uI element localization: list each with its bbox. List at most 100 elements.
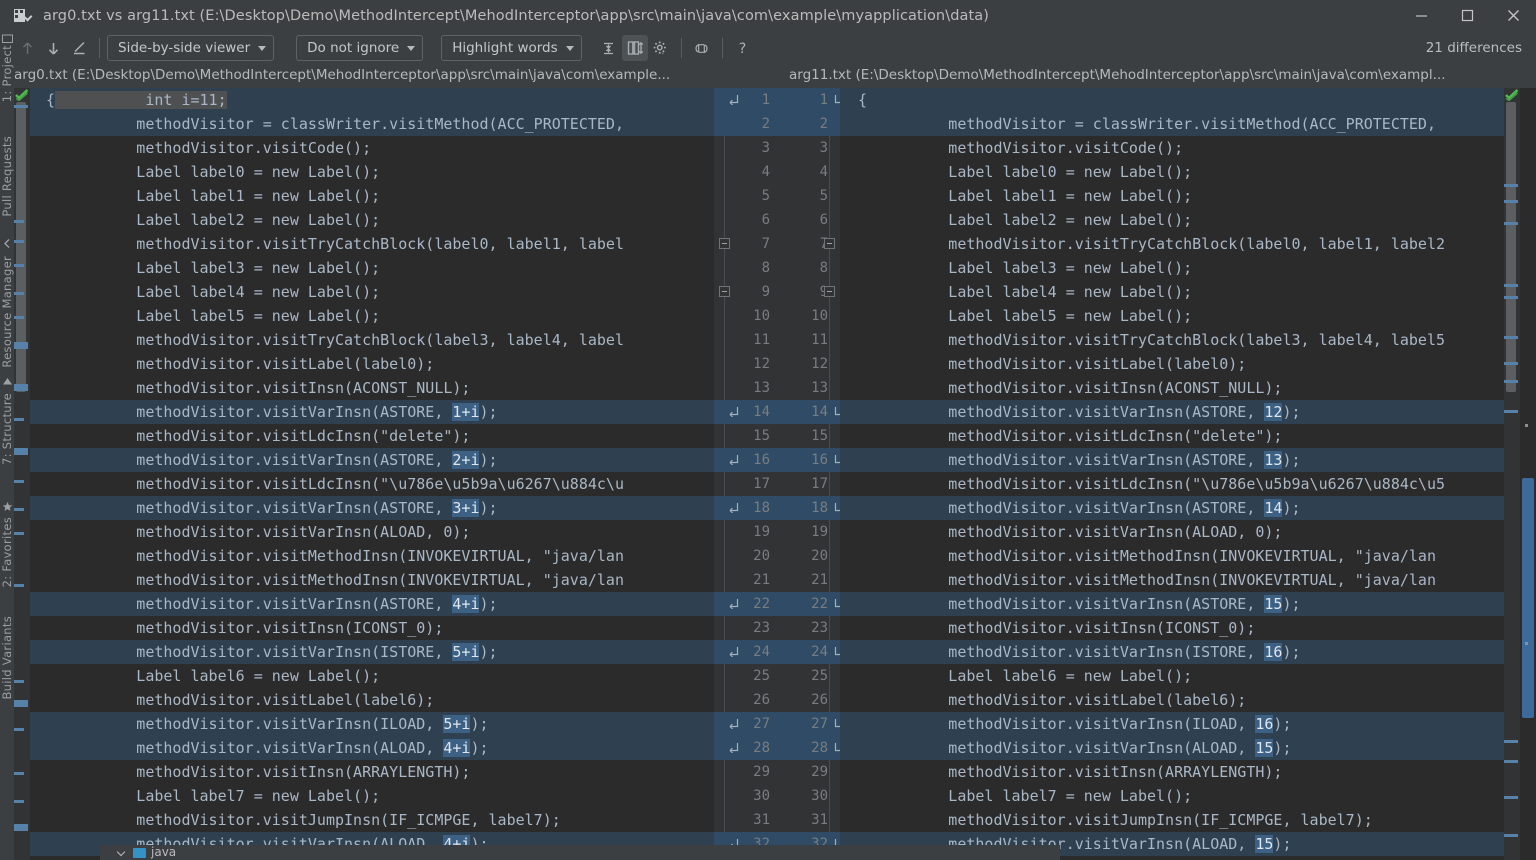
right-code-line[interactable]: methodVisitor.visitInsn(ICONST_0); <box>840 616 1504 640</box>
chevron-down-icon <box>258 45 267 51</box>
right-code-line[interactable]: Label label6 = new Label(); <box>840 664 1504 688</box>
right-scrollbar-thumb[interactable] <box>1506 102 1516 392</box>
align-changes-icon[interactable] <box>621 35 648 61</box>
editor-vertical-scrollbar[interactable] <box>1520 88 1536 860</box>
scrollbar-thumb[interactable] <box>1522 478 1534 718</box>
sidebar-item-favorites[interactable]: 2: Favorites <box>0 517 14 587</box>
window-title: arg0.txt vs arg11.txt (E:\Desktop\Demo\M… <box>43 7 990 24</box>
right-error-stripe[interactable] <box>1504 88 1520 860</box>
right-code-line[interactable]: methodVisitor.visitLabel(label0); <box>840 352 1504 376</box>
left-code-line[interactable]: methodVisitor.visitLabel(label6); <box>30 688 714 712</box>
fold-marker[interactable] <box>719 238 730 249</box>
left-code-line[interactable]: methodVisitor.visitInsn(ICONST_0); <box>30 616 714 640</box>
left-code-line[interactable]: Label label3 = new Label(); <box>30 256 714 280</box>
left-code-line[interactable]: methodVisitor.visitTryCatchBlock(label0,… <box>30 232 714 256</box>
left-code-line[interactable]: methodVisitor.visitTryCatchBlock(label3,… <box>30 328 714 352</box>
viewer-mode-dropdown[interactable]: Side-by-side viewer <box>107 35 275 61</box>
right-code-line[interactable]: Label label4 = new Label(); <box>840 280 1504 304</box>
right-code-line[interactable]: methodVisitor.visitLdcInsn("\u786e\u5b9a… <box>840 472 1504 496</box>
previous-difference-icon[interactable] <box>14 35 40 61</box>
help-icon[interactable]: ? <box>730 35 756 61</box>
right-code-line[interactable]: methodVisitor.visitVarInsn(ALOAD, 0); <box>840 520 1504 544</box>
left-code-line[interactable]: methodVisitor.visitInsn(ARRAYLENGTH); <box>30 760 714 784</box>
right-code-line[interactable]: methodVisitor.visitVarInsn(ASTORE, 15); <box>840 592 1504 616</box>
right-code-pane[interactable]: { methodVisitor = classWriter.visitMetho… <box>840 88 1504 860</box>
right-code-line[interactable]: { <box>840 88 1504 112</box>
right-code-line[interactable]: methodVisitor.visitInsn(ACONST_NULL); <box>840 376 1504 400</box>
fold-marker[interactable] <box>824 238 835 249</box>
maximize-icon[interactable] <box>1444 0 1490 31</box>
left-code-line[interactable]: methodVisitor.visitVarInsn(ASTORE, 3+i); <box>30 496 714 520</box>
right-code-line[interactable]: methodVisitor.visitVarInsn(ASTORE, 14); <box>840 496 1504 520</box>
left-code-line[interactable]: methodVisitor.visitLdcInsn("delete"); <box>30 424 714 448</box>
collapse-unchanged-icon[interactable] <box>596 35 622 61</box>
sidebar-item-build-variants[interactable]: Build Variants <box>0 616 14 700</box>
left-code-line[interactable]: { int i=11; <box>30 88 714 112</box>
project-tree-peek[interactable]: java <box>100 845 1060 860</box>
left-code-line[interactable]: methodVisitor.visitLdcInsn("\u786e\u5b9a… <box>30 472 714 496</box>
right-code-line[interactable]: methodVisitor.visitCode(); <box>840 136 1504 160</box>
fold-marker[interactable] <box>824 286 835 297</box>
edit-source-icon[interactable] <box>66 35 92 61</box>
left-code-line[interactable]: methodVisitor.visitMethodInsn(INVOKEVIRT… <box>30 544 714 568</box>
right-code-line[interactable]: Label label2 = new Label(); <box>840 208 1504 232</box>
right-code-line[interactable]: methodVisitor.visitLdcInsn("delete"); <box>840 424 1504 448</box>
right-code-line[interactable]: methodVisitor.visitTryCatchBlock(label3,… <box>840 328 1504 352</box>
collapse-strip-icon[interactable] <box>2 238 13 249</box>
right-code-line[interactable]: Label label1 = new Label(); <box>840 184 1504 208</box>
left-code-line[interactable]: Label label1 = new Label(); <box>30 184 714 208</box>
right-code-line[interactable]: methodVisitor.visitInsn(ARRAYLENGTH); <box>840 760 1504 784</box>
sidebar-item-project[interactable]: 1: Project <box>0 45 14 102</box>
right-code-line[interactable]: Label label3 = new Label(); <box>840 256 1504 280</box>
right-code-line[interactable]: methodVisitor.visitLabel(label6); <box>840 688 1504 712</box>
left-code-line[interactable]: methodVisitor.visitJumpInsn(IF_ICMPGE, l… <box>30 808 714 832</box>
left-code-line[interactable]: methodVisitor.visitVarInsn(ALOAD, 0); <box>30 520 714 544</box>
right-code-line[interactable]: methodVisitor.visitTryCatchBlock(label0,… <box>840 232 1504 256</box>
right-code-line[interactable]: Label label7 = new Label(); <box>840 784 1504 808</box>
left-code-line[interactable]: Label label2 = new Label(); <box>30 208 714 232</box>
left-code-line[interactable]: methodVisitor.visitVarInsn(ALOAD, 4+i); <box>30 736 714 760</box>
left-line-number: 9 <box>761 284 770 300</box>
left-code-line[interactable]: methodVisitor.visitCode(); <box>30 136 714 160</box>
sidebar-item-structure[interactable]: 7: Structure <box>0 393 14 465</box>
right-code-line[interactable]: methodVisitor.visitVarInsn(ALOAD, 15); <box>840 736 1504 760</box>
highlight-mode-dropdown[interactable]: Highlight words <box>441 35 582 61</box>
right-code-line[interactable]: methodVisitor.visitJumpInsn(IF_ICMPGE, l… <box>840 808 1504 832</box>
left-error-stripe[interactable] <box>14 88 30 860</box>
left-code-line[interactable]: methodVisitor.visitInsn(ACONST_NULL); <box>30 376 714 400</box>
minimize-icon[interactable] <box>1398 0 1444 31</box>
right-code-line[interactable]: Label label5 = new Label(); <box>840 304 1504 328</box>
left-code-line[interactable]: methodVisitor.visitVarInsn(ILOAD, 5+i); <box>30 712 714 736</box>
right-code-line[interactable]: methodVisitor.visitMethodInsn(INVOKEVIRT… <box>840 544 1504 568</box>
right-code-line[interactable]: methodVisitor.visitVarInsn(ASTORE, 13); <box>840 448 1504 472</box>
left-code-line[interactable]: Label label4 = new Label(); <box>30 280 714 304</box>
ignore-mode-dropdown[interactable]: Do not ignore <box>296 35 424 61</box>
right-code-line[interactable]: methodVisitor.visitMethodInsn(INVOKEVIRT… <box>840 568 1504 592</box>
diff-gutter[interactable]: 1122334455667788991010111112121313141415… <box>714 88 844 860</box>
left-code-line[interactable]: Label label6 = new Label(); <box>30 664 714 688</box>
next-difference-icon[interactable] <box>40 35 66 61</box>
right-code-line[interactable]: methodVisitor.visitVarInsn(ISTORE, 16); <box>840 640 1504 664</box>
left-code-line[interactable]: methodVisitor.visitVarInsn(ASTORE, 1+i); <box>30 400 714 424</box>
settings-gear-icon[interactable] <box>648 35 674 61</box>
right-code-line[interactable]: methodVisitor.visitVarInsn(ASTORE, 12); <box>840 400 1504 424</box>
right-code-line[interactable]: methodVisitor.visitVarInsn(ILOAD, 16); <box>840 712 1504 736</box>
left-code-line[interactable]: Label label7 = new Label(); <box>30 784 714 808</box>
right-code-line[interactable]: methodVisitor = classWriter.visitMethod(… <box>840 112 1504 136</box>
fold-marker[interactable] <box>719 286 730 297</box>
left-code-line[interactable]: methodVisitor.visitVarInsn(ASTORE, 4+i); <box>30 592 714 616</box>
left-code-line[interactable]: methodVisitor.visitVarInsn(ISTORE, 5+i); <box>30 640 714 664</box>
right-code-line[interactable]: Label label0 = new Label(); <box>840 160 1504 184</box>
left-code-line[interactable]: methodVisitor = classWriter.visitMethod(… <box>30 112 714 136</box>
left-code-line[interactable]: methodVisitor.visitLabel(label0); <box>30 352 714 376</box>
left-code-line[interactable]: methodVisitor.visitVarInsn(ASTORE, 2+i); <box>30 448 714 472</box>
chevron-right-icon[interactable] <box>116 847 126 857</box>
sidebar-item-pull-requests[interactable]: Pull Requests <box>0 136 14 217</box>
sidebar-item-resource-manager[interactable]: Resource Manager <box>0 256 14 368</box>
left-code-pane[interactable]: { int i=11; methodVisitor = classWriter.… <box>30 88 714 860</box>
close-icon[interactable] <box>1490 0 1536 31</box>
synchronize-scrolling-icon[interactable] <box>689 35 715 61</box>
left-code-line[interactable]: methodVisitor.visitMethodInsn(INVOKEVIRT… <box>30 568 714 592</box>
left-code-line[interactable]: Label label0 = new Label(); <box>30 160 714 184</box>
left-code-line[interactable]: Label label5 = new Label(); <box>30 304 714 328</box>
